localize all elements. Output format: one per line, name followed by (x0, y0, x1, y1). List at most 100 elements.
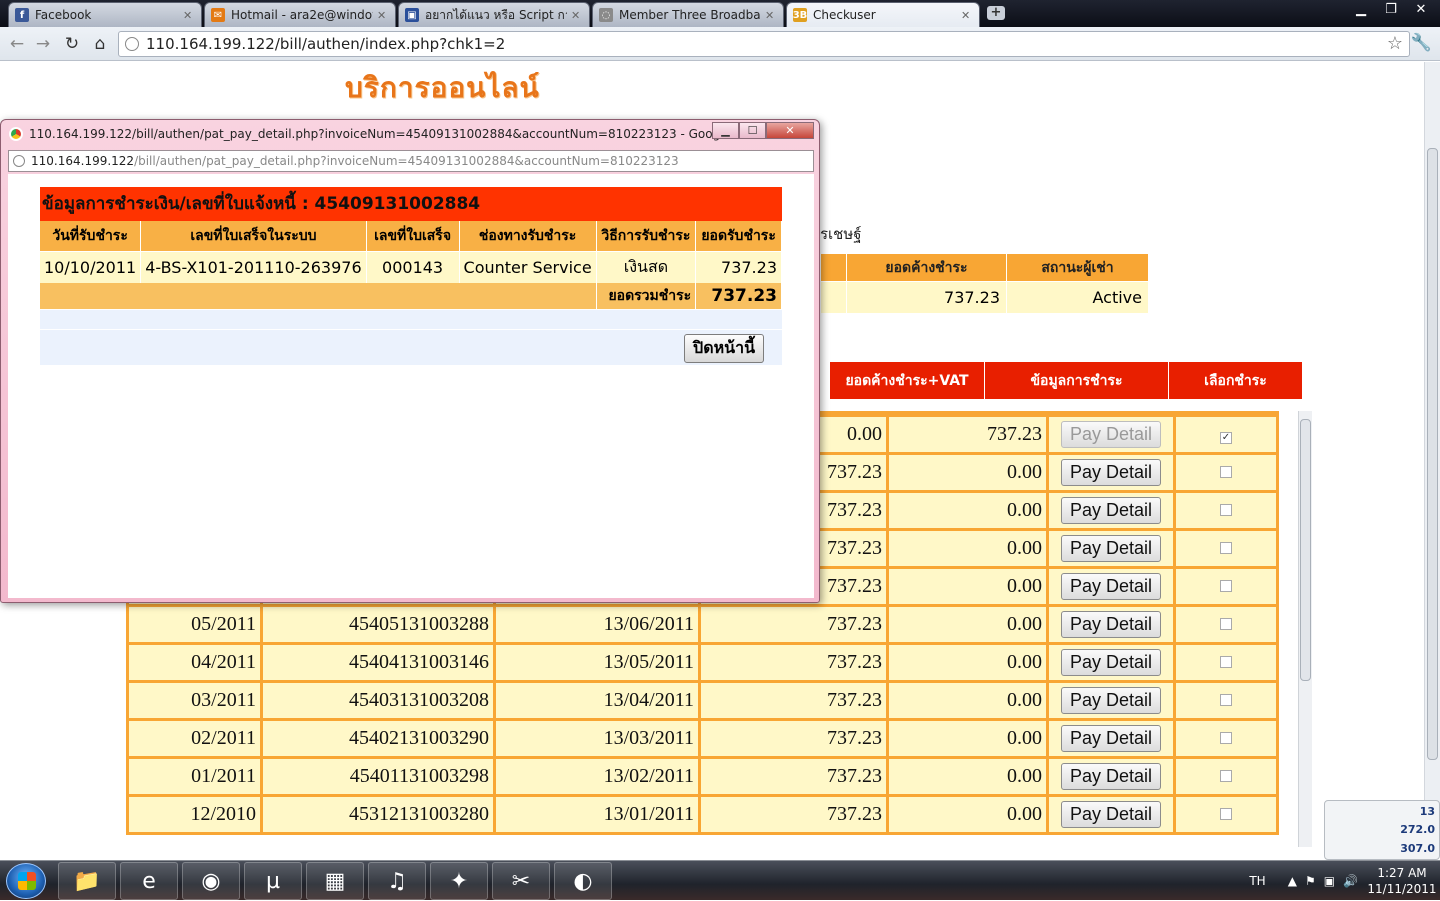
outstanding-with-vat: 0.00 (889, 493, 1046, 528)
tab-close-icon[interactable]: ✕ (183, 9, 195, 22)
language-indicator[interactable]: TH (1249, 874, 1265, 888)
minimize-icon[interactable]: ▁ (712, 122, 739, 139)
outstanding-with-vat: 0.00 (889, 683, 1046, 718)
pay-detail-button[interactable]: Pay Detail (1060, 421, 1162, 448)
tenant-status: Active (1006, 281, 1149, 314)
scrollbar-thumb[interactable] (1427, 148, 1438, 760)
select-cell (1176, 607, 1276, 642)
address-bar[interactable]: 110.164.199.122 /bill/authen/index.php?c… (118, 31, 1410, 57)
tool-icon[interactable]: ✂ (492, 862, 550, 900)
forward-icon[interactable]: → (32, 33, 54, 55)
outstanding-with-vat: 737.23 (889, 417, 1046, 452)
select-checkbox[interactable] (1220, 542, 1232, 554)
network-icon[interactable]: ▣ (1324, 874, 1335, 888)
maximize-icon[interactable]: ❐ (1376, 0, 1406, 20)
select-checkbox[interactable] (1220, 694, 1232, 706)
outstanding-balance: 737.23 (846, 281, 1007, 314)
url-host: 110.164.199.122 (31, 154, 135, 168)
select-checkbox[interactable]: ✓ (1220, 432, 1232, 444)
select-cell (1176, 455, 1276, 490)
outstanding-with-vat: 0.00 (889, 645, 1046, 680)
pay-detail-button[interactable]: Pay Detail (1060, 649, 1162, 676)
browser-tab[interactable]: ◌ Member Three Broadband ✕ (592, 2, 784, 27)
pay-detail-button[interactable]: Pay Detail (1060, 459, 1162, 486)
game-icon[interactable]: ✦ (430, 862, 488, 900)
select-checkbox[interactable] (1220, 656, 1232, 668)
invoice-row: 12/2010 45312131003280 13/01/2011 737.23 0.0… (129, 797, 1276, 832)
browser-tab[interactable]: f Facebook ✕ (8, 2, 202, 27)
select-cell (1176, 531, 1276, 566)
select-checkbox[interactable] (1220, 466, 1232, 478)
pay-detail-button[interactable]: Pay Detail (1060, 801, 1162, 828)
invoice-amount: 737.23 (701, 645, 886, 680)
outstanding-with-vat: 0.00 (889, 721, 1046, 756)
tab-close-icon[interactable]: ✕ (571, 9, 583, 22)
invoice-scrollbar[interactable] (1298, 411, 1312, 847)
url-path: /bill/authen/index.php?chk1=2 (274, 35, 506, 53)
globe-icon (13, 155, 25, 167)
ie-icon[interactable]: e (120, 862, 178, 900)
utorrent-icon[interactable]: µ (244, 862, 302, 900)
pay-detail-button[interactable]: Pay Detail (1060, 535, 1162, 562)
pay-detail-button[interactable]: Pay Detail (1060, 725, 1162, 752)
select-checkbox[interactable] (1220, 580, 1232, 592)
minimize-icon[interactable]: ▁ (1346, 0, 1376, 20)
invoice-number: 45312131003280 (263, 797, 493, 832)
due-date: 13/06/2011 (496, 607, 698, 642)
outstanding-with-vat: 0.00 (889, 455, 1046, 490)
network-meter-gadget[interactable]: 13 272.0 307.0 (1324, 800, 1440, 860)
invoice-amount: 737.23 (701, 797, 886, 832)
select-checkbox[interactable] (1220, 732, 1232, 744)
outstanding-with-vat: 0.00 (889, 607, 1046, 642)
pay-detail-button[interactable]: Pay Detail (1060, 611, 1162, 638)
media-icon[interactable]: ◐ (554, 862, 612, 900)
invoice-amount: 737.23 (701, 721, 886, 756)
chrome-icon[interactable]: ◉ (182, 862, 240, 900)
select-checkbox[interactable] (1220, 504, 1232, 516)
close-page-button[interactable]: ปิดหน้านี้ (684, 334, 764, 363)
tray-arrow-icon[interactable]: ▲ (1288, 874, 1297, 888)
select-checkbox[interactable] (1220, 770, 1232, 782)
home-icon[interactable]: ⌂ (89, 33, 111, 55)
pay-detail-button[interactable]: Pay Detail (1060, 573, 1162, 600)
itunes-icon[interactable]: ♫ (368, 862, 426, 900)
clock[interactable]: 1:27 AM 11/11/2011 (1364, 865, 1440, 897)
payment-column-header: วันที่รับชำระ (40, 221, 142, 252)
explorer-icon[interactable]: 📁 (58, 862, 116, 900)
tab-close-icon[interactable]: ✕ (377, 9, 389, 22)
browser-tab[interactable]: ✉ Hotmail - ara2e@windowsli ✕ (204, 2, 396, 27)
maximize-icon[interactable]: ☐ (739, 122, 766, 139)
invoice-row: 04/2011 45404131003146 13/05/2011 737.23 0.0… (129, 645, 1276, 680)
globe-icon (125, 37, 139, 51)
outstanding-with-vat: 0.00 (889, 531, 1046, 566)
select-checkbox[interactable] (1220, 618, 1232, 630)
payment-heading: ข้อมูลการชำระเงิน/เลขที่ใบแจ้งหนี้ : 454… (40, 187, 782, 221)
tab-label: Facebook (35, 8, 92, 22)
page-scrollbar[interactable] (1424, 62, 1440, 848)
flag-icon[interactable]: ⚑ (1305, 874, 1316, 888)
close-icon[interactable]: ✕ (766, 122, 814, 139)
back-icon[interactable]: ← (6, 33, 28, 55)
scrollbar-thumb[interactable] (1300, 419, 1311, 681)
reload-icon[interactable]: ↻ (61, 33, 83, 55)
browser-tab[interactable]: ▣ อยากได้แนว หรือ Script การลิ ✕ (398, 2, 590, 27)
tab-close-icon[interactable]: ✕ (961, 9, 973, 22)
new-tab-button[interactable]: + (987, 6, 1005, 20)
start-button[interactable] (6, 863, 46, 899)
pay-detail-button[interactable]: Pay Detail (1060, 763, 1162, 790)
payment-date: 10/10/2011 (40, 251, 142, 283)
close-icon[interactable]: ✕ (1406, 0, 1436, 20)
volume-icon[interactable]: 🔊 (1343, 874, 1358, 888)
control-panel-icon[interactable]: ▦ (306, 862, 364, 900)
pay-detail-button[interactable]: Pay Detail (1060, 687, 1162, 714)
popup-address-bar[interactable]: 110.164.199.122 /bill/authen/pat_pay_det… (8, 150, 814, 172)
tab-close-icon[interactable]: ✕ (765, 9, 777, 22)
select-cell: ✓ (1176, 417, 1276, 452)
owner-name: รเชษฐ์ (820, 225, 862, 243)
select-checkbox[interactable] (1220, 808, 1232, 820)
bookmark-star-icon[interactable]: ☆ (1387, 33, 1403, 54)
wrench-icon[interactable]: 🔧 (1411, 33, 1432, 53)
outstanding-with-vat: 0.00 (889, 797, 1046, 832)
browser-tab[interactable]: 3B Checkuser ✕ (786, 2, 980, 27)
pay-detail-button[interactable]: Pay Detail (1060, 497, 1162, 524)
